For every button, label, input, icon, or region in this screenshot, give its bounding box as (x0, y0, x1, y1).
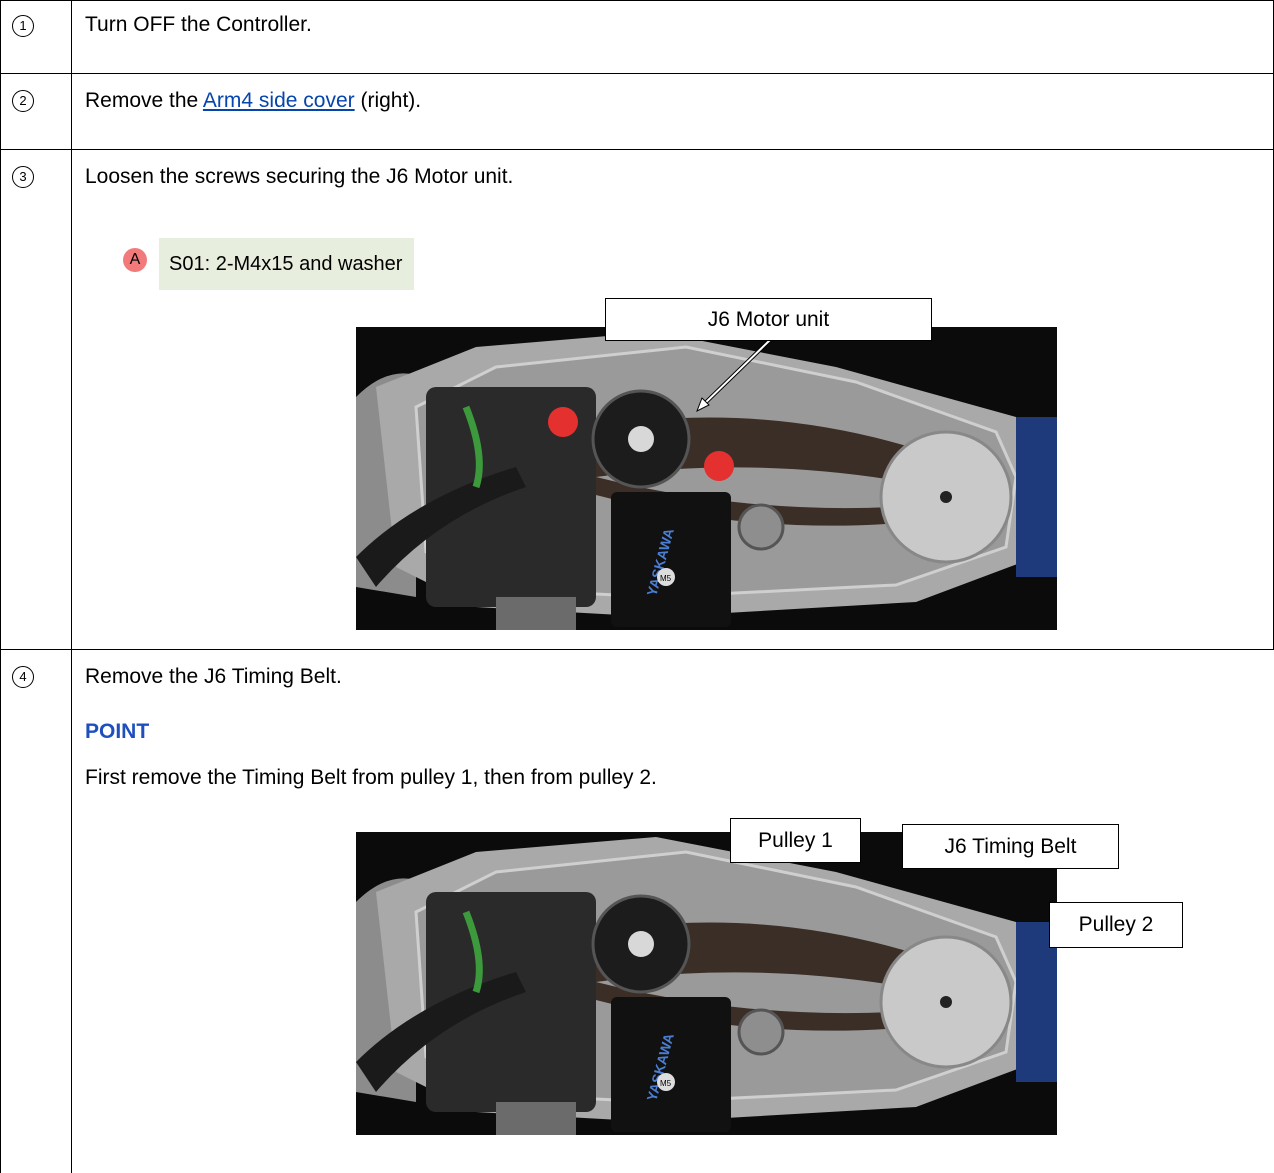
point-text: First remove the Timing Belt from pulley… (85, 766, 657, 789)
step-2-text: Remove the Arm4 side cover (right). (85, 89, 421, 113)
pulley-1-shape (591, 894, 691, 994)
step-2-text-end: (right). (354, 89, 422, 112)
pulley-2-shape (879, 430, 1013, 564)
arm4-photo-timing-belt: YASKAWA M5 (356, 832, 1057, 1135)
step-1-text: Turn OFF the Controller. (85, 13, 312, 36)
highlighted-screw-2 (704, 451, 734, 481)
callout-j6-motor-unit: J6 Motor unit (605, 298, 932, 341)
m5-label: M5 (660, 1079, 672, 1088)
screw-spec-label: S01: 2-M4x15 and washer (159, 238, 415, 290)
row-border (0, 73, 1274, 74)
column-border (71, 0, 72, 1173)
step-number-3: 3 (12, 166, 34, 188)
callout-pulley-1: Pulley 1 (730, 818, 861, 863)
step-4-text: Remove the J6 Timing Belt. (85, 665, 342, 688)
step-2-text-start: Remove the (85, 89, 203, 112)
row-border (0, 649, 1274, 650)
screw-marker-a: A (123, 248, 147, 272)
step-number-4: 4 (12, 666, 34, 688)
row-border (0, 149, 1274, 150)
arm4-side-cover-link[interactable]: Arm4 side cover (203, 89, 355, 112)
row-border (0, 0, 1274, 1)
pulley-2-shape (879, 935, 1013, 1069)
screw-spec: A S01: 2-M4x15 and washer (123, 238, 415, 290)
callout-j6-timing-belt: J6 Timing Belt (902, 824, 1119, 869)
arm4-photo-motor-unit: YASKAWA M5 (356, 327, 1057, 630)
step-3-text: Loosen the screws securing the J6 Motor … (85, 165, 514, 188)
step-number-1: 1 (12, 15, 34, 37)
point-heading: POINT (85, 720, 150, 743)
highlighted-screw-1 (548, 407, 578, 437)
m5-label: M5 (660, 574, 672, 583)
column-border (0, 0, 1, 1173)
pulley-1-shape (591, 389, 691, 489)
callout-pulley-2: Pulley 2 (1049, 902, 1183, 948)
step-number-2: 2 (12, 90, 34, 112)
